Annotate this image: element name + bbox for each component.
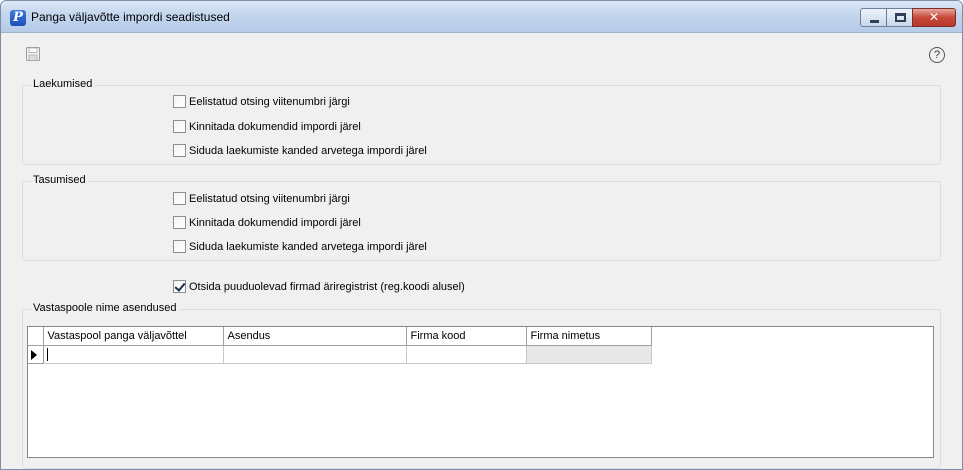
table-cell[interactable]	[42, 344, 224, 364]
column-header[interactable]: Firma kood	[405, 327, 527, 346]
column-header[interactable]: Asendus	[222, 327, 407, 346]
laekumised-title: Laekumised	[31, 78, 95, 90]
option-label: Eelistatud otsing viitenumbri järgi	[189, 95, 350, 108]
app-icon: P	[10, 10, 26, 26]
table-cell[interactable]	[405, 344, 527, 364]
column-header[interactable]: Vastaspool panga väljavõttel	[42, 327, 224, 346]
settings-window: P Panga väljavõtte impordi seadistused ✕…	[0, 0, 963, 470]
replacements-title: Vastaspoole nime asendused	[31, 302, 179, 314]
checkbox[interactable]	[173, 216, 186, 229]
checkbox-checked[interactable]	[173, 280, 186, 293]
text-caret	[46, 347, 48, 361]
caption-buttons: ✕	[860, 8, 956, 27]
header-row: Vastaspool panga väljavõttel Asendus Fir…	[28, 327, 652, 346]
toolbar: ?	[1, 34, 962, 72]
checkbox[interactable]	[173, 240, 186, 253]
option-label: Kinnitada dokumendid impordi järel	[189, 120, 361, 133]
checkbox[interactable]	[173, 144, 186, 157]
option-label: Kinnitada dokumendid impordi järel	[189, 216, 361, 229]
table-row[interactable]	[28, 344, 652, 364]
option-label: Eelistatud otsing viitenumbri järgi	[189, 192, 350, 205]
option-label: Otsida puuduolevad firmad äriregistrist …	[189, 280, 465, 293]
replacements-grid[interactable]: Vastaspool panga väljavõttel Asendus Fir…	[27, 326, 934, 458]
laekumised-option-2[interactable]: Kinnitada dokumendid impordi järel	[173, 120, 361, 133]
laekumised-option-3[interactable]: Siduda laekumiste kanded arvetega impord…	[173, 144, 427, 157]
maximize-button[interactable]	[886, 8, 913, 27]
table-cell	[525, 344, 652, 364]
checkbox[interactable]	[173, 95, 186, 108]
save-icon[interactable]	[26, 47, 40, 61]
registry-lookup-option[interactable]: Otsida puuduolevad firmad äriregistrist …	[173, 280, 465, 293]
current-row-arrow-icon	[31, 349, 37, 360]
tasumised-title: Tasumised	[31, 174, 88, 186]
option-label: Siduda laekumiste kanded arvetega impord…	[189, 144, 427, 157]
tasumised-option-2[interactable]: Kinnitada dokumendid impordi järel	[173, 216, 361, 229]
checkbox[interactable]	[173, 192, 186, 205]
checkbox[interactable]	[173, 120, 186, 133]
close-icon: ✕	[928, 10, 940, 24]
tasumised-group: Tasumised Eelistatud otsing viitenumbri …	[22, 174, 941, 261]
replacements-table: Vastaspool panga väljavõttel Asendus Fir…	[28, 327, 652, 364]
row-header-corner	[28, 327, 44, 346]
window-title: Panga väljavõtte impordi seadistused	[31, 10, 230, 24]
table-cell[interactable]	[222, 344, 407, 364]
close-button[interactable]: ✕	[912, 8, 956, 27]
title-bar[interactable]: P Panga väljavõtte impordi seadistused ✕	[1, 1, 962, 33]
minimize-button[interactable]	[860, 8, 887, 27]
row-selector[interactable]	[28, 344, 44, 364]
tasumised-option-3[interactable]: Siduda laekumiste kanded arvetega impord…	[173, 240, 427, 253]
maximize-icon	[895, 13, 906, 22]
tasumised-option-1[interactable]: Eelistatud otsing viitenumbri järgi	[173, 192, 350, 205]
help-icon[interactable]: ?	[929, 47, 945, 63]
minimize-icon	[870, 20, 879, 23]
laekumised-group: Laekumised Eelistatud otsing viitenumbri…	[22, 78, 941, 165]
column-header[interactable]: Firma nimetus	[525, 327, 652, 346]
option-label: Siduda laekumiste kanded arvetega impord…	[189, 240, 427, 253]
laekumised-option-1[interactable]: Eelistatud otsing viitenumbri järgi	[173, 95, 350, 108]
